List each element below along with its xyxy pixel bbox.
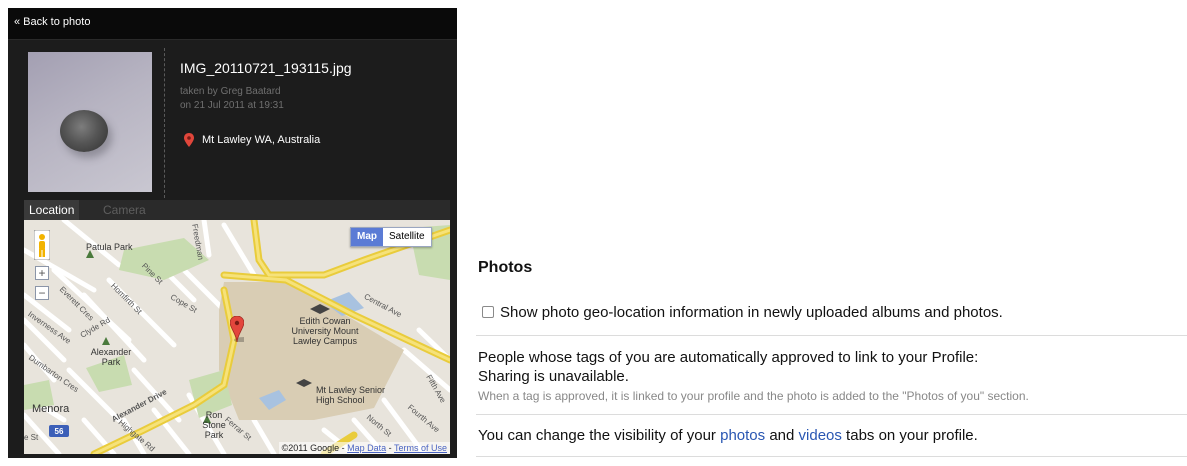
photo-thumbnail[interactable] xyxy=(28,52,152,192)
sharing-status: Sharing is unavailable. xyxy=(478,368,629,385)
photo-taken-by: taken by Greg Baatard xyxy=(180,86,281,97)
map-label-edith-cowan: Edith Cowan University Mount Lawley Camp… xyxy=(291,316,359,346)
geo-location-setting: Show photo geo-location information in n… xyxy=(482,302,1003,322)
tab-location[interactable]: Location xyxy=(24,200,80,220)
street-e-st: e St xyxy=(24,433,39,442)
divider xyxy=(476,456,1187,457)
map-type-control: Map Satellite xyxy=(350,227,432,247)
geo-location-checkbox[interactable] xyxy=(482,306,494,318)
photos-section-title: Photos xyxy=(478,259,533,276)
photo-taken-on: on 21 Jul 2011 at 19:31 xyxy=(180,100,284,111)
visibility-prefix: You can change the visibility of your xyxy=(478,427,721,444)
tags-note: When a tag is approved, it is linked to … xyxy=(478,389,1029,403)
divider xyxy=(476,414,1187,415)
map-marker-icon[interactable] xyxy=(230,316,244,342)
copyright-separator: - xyxy=(386,443,394,453)
map-label-menora: Menora xyxy=(32,403,70,415)
coin-image xyxy=(60,110,108,152)
zoom-out-button[interactable]: − xyxy=(35,286,49,300)
location-pin-icon xyxy=(184,133,194,147)
map-label-mt-lawley-senior: Mt Lawley Senior High School xyxy=(316,385,386,405)
photo-filename: IMG_20110721_193115.jpg xyxy=(180,60,352,76)
map-label-alexander-park: Alexander Park xyxy=(90,347,132,367)
zoom-control: + − xyxy=(35,266,49,302)
back-to-photo-link[interactable]: « Back to photo xyxy=(14,16,90,28)
map-data-link[interactable]: Map Data xyxy=(347,443,386,453)
videos-tab-link[interactable]: videos xyxy=(799,427,842,444)
divider xyxy=(476,335,1187,336)
tags-heading: People whose tags of you are automatical… xyxy=(478,349,979,366)
terms-of-use-link[interactable]: Terms of Use xyxy=(394,443,447,453)
zoom-in-button[interactable]: + xyxy=(35,266,49,280)
photo-location[interactable]: Mt Lawley WA, Australia xyxy=(202,134,320,146)
copyright-text: ©2011 Google - xyxy=(281,443,348,453)
photos-tab-link[interactable]: photos xyxy=(720,427,765,444)
map-label-patula-park: Patula Park xyxy=(86,242,133,252)
visibility-suffix: tabs on your profile. xyxy=(841,427,978,444)
and-word: and xyxy=(765,427,799,444)
route-shield-label: 56 xyxy=(55,427,64,436)
map-type-map-button[interactable]: Map xyxy=(351,228,383,246)
street-view-pegman-icon[interactable] xyxy=(34,230,50,260)
visibility-text: You can change the visibility of your ph… xyxy=(478,427,978,444)
map-copyright: ©2011 Google - Map Data - Terms of Use xyxy=(278,442,450,454)
map-type-satellite-button[interactable]: Satellite xyxy=(383,228,431,246)
tab-camera[interactable]: Camera xyxy=(98,200,151,220)
geo-location-label[interactable]: Show photo geo-location information in n… xyxy=(500,304,1003,321)
divider xyxy=(164,48,165,198)
info-tabs: Location Camera xyxy=(24,200,450,220)
photo-panel: « Back to photo IMG_20110721_193115.jpg … xyxy=(8,8,457,458)
back-bar: « Back to photo xyxy=(8,8,457,40)
location-map[interactable]: 56 Patula Park Edith Cowan University Mo… xyxy=(24,220,450,454)
